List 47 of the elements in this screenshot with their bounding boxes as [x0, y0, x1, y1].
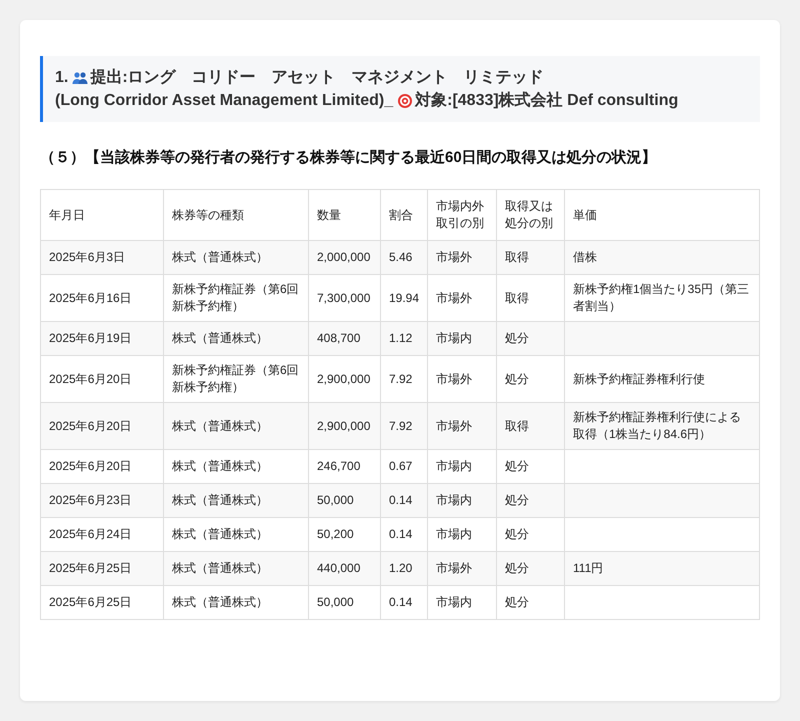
- table-cell: 市場外: [428, 240, 496, 274]
- table-cell: 5.46: [380, 240, 428, 274]
- table-cell: 2025年6月25日: [40, 552, 164, 586]
- table-cell: 2025年6月20日: [40, 402, 164, 450]
- table-cell: 処分: [496, 586, 564, 620]
- table-cell: 2025年6月19日: [40, 322, 164, 356]
- table-cell: 株式（普通株式）: [164, 240, 308, 274]
- table-cell: 市場内: [428, 586, 496, 620]
- table-cell: 新株予約権証券権利行使による取得（1株当たり84.6円）: [564, 402, 760, 450]
- target-icon: [397, 92, 414, 108]
- table-cell: 株式（普通株式）: [164, 322, 308, 356]
- table-cell: 2,000,000: [308, 240, 380, 274]
- table-cell: 借株: [564, 240, 760, 274]
- section-title: （５）【当該株券等の発行者の発行する株券等に関する最近60日間の取得又は処分の状況】: [40, 148, 658, 167]
- table-cell: 処分: [496, 484, 564, 518]
- table-cell: 1.20: [380, 552, 428, 586]
- table-cell: 7.92: [380, 402, 428, 450]
- table-cell: 株式（普通株式）: [164, 552, 308, 586]
- table-cell: 株式（普通株式）: [164, 586, 308, 620]
- table-cell: 2025年6月23日: [40, 484, 164, 518]
- table-cell: 市場外: [428, 552, 496, 586]
- table-cell: 処分: [496, 322, 564, 356]
- table-cell: 市場内: [428, 484, 496, 518]
- table-cell: 取得: [496, 402, 564, 450]
- table-cell: 2025年6月3日: [40, 240, 164, 274]
- table-cell: 処分: [496, 552, 564, 586]
- filer-name: 提出:ロング コリドー アセット マネジメント リミテッド: [90, 68, 544, 88]
- column-header: 年月日: [40, 190, 164, 240]
- header-number: 1.: [55, 68, 68, 88]
- table-cell: 2025年6月25日: [40, 586, 164, 620]
- table-cell: 1.12: [380, 322, 428, 356]
- table-cell: 2,900,000: [308, 402, 380, 450]
- table-cell: 408,700: [308, 322, 380, 356]
- target-company: 対象:[4833]株式会社 Def consulting: [415, 90, 678, 111]
- table-cell: 取得: [496, 240, 564, 274]
- table-cell: 市場外: [428, 402, 496, 450]
- table-cell: 50,000: [308, 586, 380, 620]
- people-icon: [72, 70, 88, 86]
- table-cell: 株式（普通株式）: [164, 484, 308, 518]
- table-cell: 440,000: [308, 552, 380, 586]
- table-cell: 株式（普通株式）: [164, 402, 308, 450]
- table-cell: 0.14: [380, 484, 428, 518]
- table-cell: 50,000: [308, 484, 380, 518]
- table-cell: 0.14: [380, 586, 428, 620]
- table-cell: 市場内: [428, 322, 496, 356]
- table-cell: 111円: [564, 552, 760, 586]
- filer-name-english: (Long Corridor Asset Management Limited)_: [55, 91, 394, 111]
